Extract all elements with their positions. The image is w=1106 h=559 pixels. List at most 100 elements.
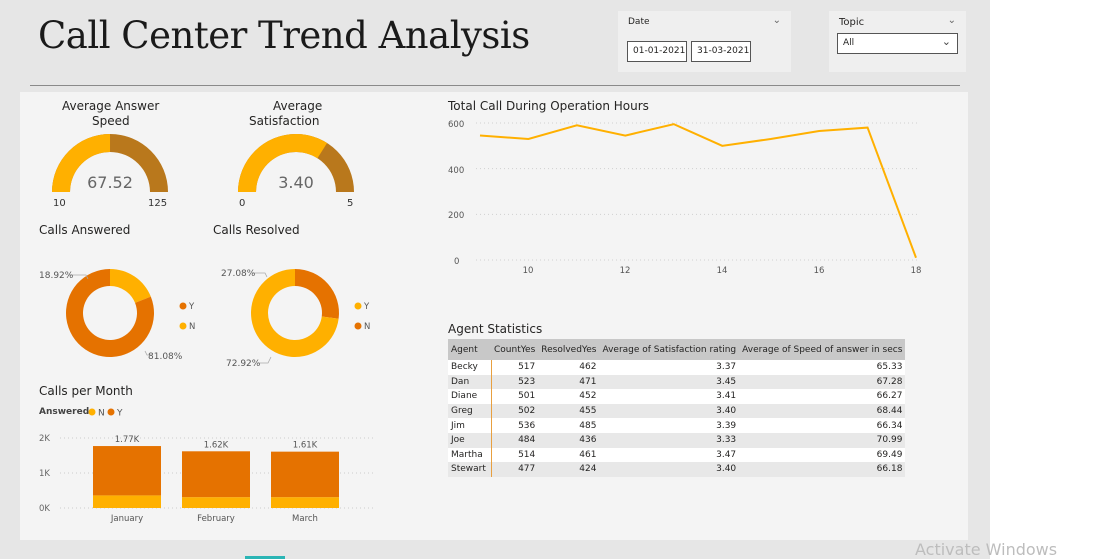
table-cell: 3.39 (599, 418, 740, 433)
calls-resolved-legend-y[interactable]: Y (363, 302, 370, 312)
calls-answered-label-small: 18.92% (39, 271, 74, 281)
donut-slice[interactable] (295, 269, 339, 319)
x-tick: 14 (717, 266, 728, 276)
operation-hours-line-chart[interactable]: 600 400 200 0 10 12 14 16 18 (440, 115, 930, 280)
table-row[interactable]: Becky 517 462 3.37 65.33 (448, 360, 906, 375)
y-tick: 1K (39, 469, 50, 479)
table-cell: Dan (448, 374, 492, 390)
gauge-speed-title-line2: Speed (92, 114, 130, 128)
donut-slice[interactable] (110, 269, 151, 303)
table-cell: 3.45 (599, 374, 740, 390)
gauge-satisfaction[interactable]: 3.40 (236, 132, 356, 194)
table-cell: 70.99 (739, 432, 906, 448)
table-cell: Joe (448, 432, 492, 448)
calls-resolved-donut[interactable]: 27.08% 72.92% Y N (215, 255, 385, 370)
activate-windows-watermark: Activate Windows (915, 540, 1058, 559)
chevron-down-icon[interactable]: ⌄ (948, 15, 956, 26)
calls-answered-legend-y[interactable]: Y (188, 302, 195, 312)
table-cell: 501 (491, 389, 539, 404)
x-tick: 12 (620, 266, 631, 276)
table-row[interactable]: Jim 536 485 3.39 66.34 (448, 418, 906, 433)
calls-resolved-title: Calls Resolved (213, 223, 300, 237)
bar-segment-y[interactable] (93, 446, 161, 496)
calls-per-month-chart[interactable]: 2K 1K 0K 1.77K January 1.62K February 1.61K M… (30, 425, 380, 530)
table-row[interactable]: Dan 523 471 3.45 67.28 (448, 374, 906, 390)
table-cell: 65.33 (739, 360, 906, 375)
table-cell: Jim (448, 418, 492, 433)
column-header-satisfaction[interactable]: Average of Satisfaction rating (599, 339, 740, 360)
gauge-speed[interactable]: 67.52 (50, 132, 170, 194)
table-cell: 523 (491, 374, 539, 390)
calls-per-month-legend[interactable]: N Y (86, 405, 136, 419)
table-cell: 484 (491, 432, 539, 448)
calls-resolved-legend-n[interactable]: N (364, 322, 370, 332)
table-cell: 3.40 (599, 462, 740, 477)
bar-segment-y[interactable] (271, 451, 339, 498)
bar-segment-n[interactable] (182, 497, 250, 508)
table-cell: 461 (538, 447, 600, 463)
right-blank-area (990, 0, 1106, 559)
calls-answered-donut[interactable]: 18.92% 81.08% Y N (30, 255, 200, 370)
agent-stats-title: Agent Statistics (448, 322, 543, 336)
table-cell: Becky (448, 360, 492, 375)
table-cell: 66.18 (739, 462, 906, 477)
table-cell: 514 (491, 447, 539, 463)
table-cell: 471 (538, 374, 600, 390)
table-cell: 485 (538, 418, 600, 433)
bar-segment-n[interactable] (271, 497, 339, 508)
legend-marker (88, 408, 96, 416)
table-cell: 3.37 (599, 360, 740, 375)
y-tick: 400 (448, 166, 464, 176)
table-cell: 69.49 (739, 447, 906, 463)
header-divider (30, 85, 960, 86)
column-header-speed[interactable]: Average of Speed of answer in secs (739, 339, 906, 360)
table-row[interactable]: Greg 502 455 3.40 68.44 (448, 403, 906, 419)
table-cell: Diane (448, 389, 492, 404)
column-header-resolvedyes[interactable]: ResolvedYes (538, 339, 600, 360)
date-start-input[interactable]: 01-01-2021 (627, 41, 687, 62)
table-row[interactable]: Stewart 477 424 3.40 66.18 (448, 462, 906, 477)
date-slicer: Date ⌄ 01-01-2021 31-03-2021 (618, 11, 791, 72)
bar-segment-y[interactable] (182, 451, 250, 498)
gauge-speed-max: 125 (148, 198, 168, 209)
calls-resolved-label-small: 27.08% (221, 269, 256, 279)
gauge-speed-value: 67.52 (87, 173, 133, 192)
bar-segment-n[interactable] (93, 495, 161, 508)
y-tick: 2K (39, 434, 50, 444)
calls-answered-legend-n[interactable]: N (189, 322, 195, 332)
calls-answered-label-large: 81.08% (148, 352, 183, 362)
legend-marker (179, 322, 187, 330)
table-cell: 502 (491, 403, 539, 419)
gauge-speed-title-line1: Average Answer (62, 99, 160, 113)
table-cell: 536 (491, 418, 539, 433)
topic-dropdown[interactable]: All ⌄ (837, 33, 958, 54)
legend-n-label[interactable]: N (98, 409, 105, 419)
table-row[interactable]: Diane 501 452 3.41 66.27 (448, 389, 906, 404)
date-end-input[interactable]: 31-03-2021 (691, 41, 751, 62)
table-cell: 66.34 (739, 418, 906, 433)
calls-per-month-legend-title: Answered (39, 407, 90, 417)
column-header-countyes[interactable]: CountYes (491, 339, 539, 360)
table-cell: 3.47 (599, 447, 740, 463)
chevron-down-icon[interactable]: ⌄ (773, 15, 781, 26)
table-cell: 462 (538, 360, 600, 375)
bar-total-label: 1.77K (115, 435, 140, 445)
bar-total-label: 1.62K (204, 440, 229, 450)
y-tick: 200 (448, 211, 464, 221)
table-row[interactable]: Joe 484 436 3.33 70.99 (448, 432, 906, 448)
table-cell: Stewart (448, 462, 492, 477)
legend-marker (354, 322, 362, 330)
gauge-satisfaction-min: 0 (239, 198, 246, 209)
table-cell: 3.40 (599, 403, 740, 419)
date-slicer-label: Date (628, 17, 650, 27)
y-tick: 600 (448, 120, 464, 130)
table-row[interactable]: Martha 514 461 3.47 69.49 (448, 447, 906, 463)
x-tick: 16 (814, 266, 825, 276)
legend-marker (107, 408, 115, 416)
column-header-agent[interactable]: Agent (448, 339, 491, 360)
gauge-speed-min: 10 (53, 198, 66, 209)
chevron-down-icon: ⌄ (941, 35, 951, 48)
report-canvas: Call Center Trend Analysis Date ⌄ 01-01-… (0, 0, 990, 559)
legend-y-label[interactable]: Y (116, 409, 123, 419)
table-cell: 477 (491, 462, 539, 477)
